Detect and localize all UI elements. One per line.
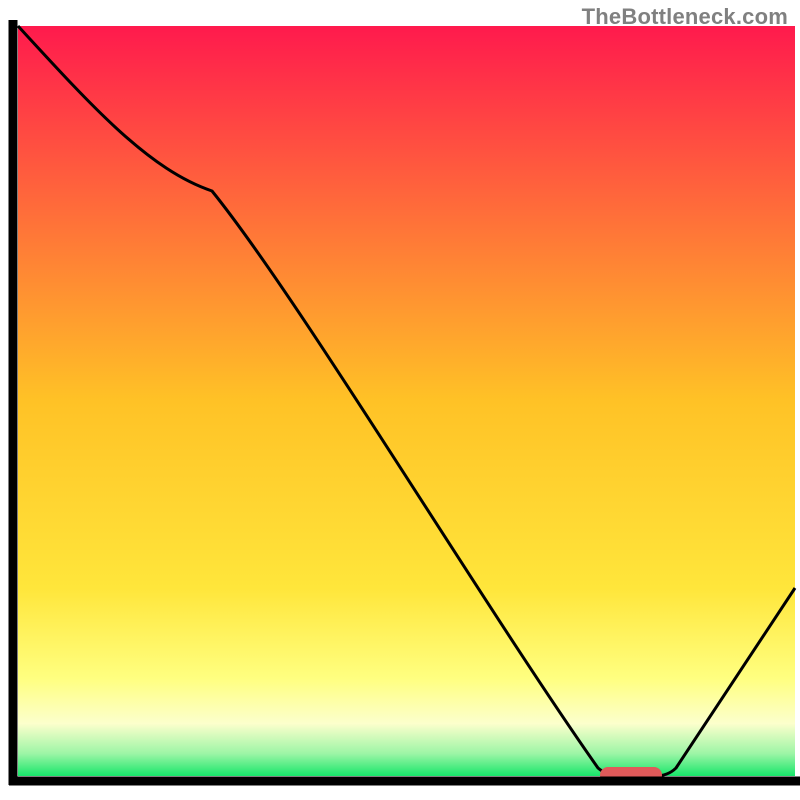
chart-container: TheBottleneck.com <box>0 0 800 800</box>
bottleneck-chart <box>0 0 800 800</box>
gradient-background <box>18 26 795 776</box>
